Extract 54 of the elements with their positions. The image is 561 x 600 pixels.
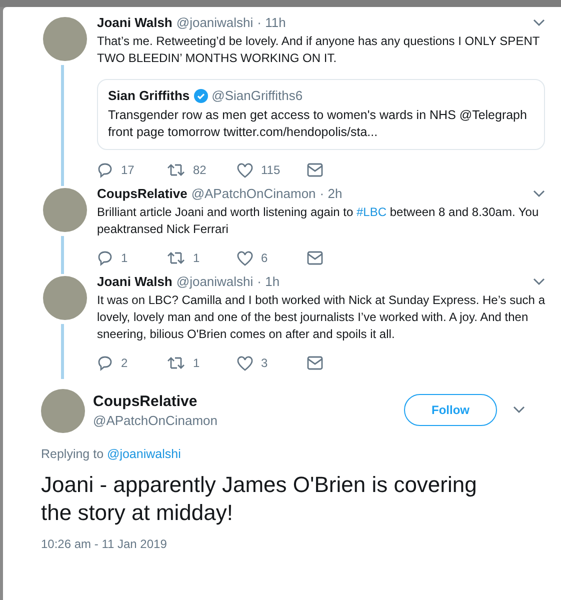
quoted-author-handle: @SianGriffiths6 — [212, 88, 303, 103]
like-count: 115 — [261, 163, 280, 177]
caret-icon[interactable] — [513, 406, 525, 414]
replying-to-text: Replying to @joaniwalshi — [41, 447, 182, 461]
quoted-author-name: Sian Griffiths — [108, 88, 190, 103]
retweet-icon[interactable] — [167, 163, 185, 177]
envelope-icon[interactable] — [307, 356, 323, 370]
envelope-icon[interactable] — [307, 163, 323, 177]
author-handle[interactable]: @joaniwalshi — [176, 15, 254, 30]
reply-count: 2 — [121, 356, 128, 370]
tweet-time[interactable]: · 11h — [257, 15, 286, 30]
author-name[interactable]: Joani Walsh — [97, 15, 172, 30]
tweet-text: Brilliant article Joani and worth listening again to #LBC between 8 and 8.30am. You peaktransed Nick Ferrari — [97, 204, 540, 238]
caret-icon[interactable] — [533, 18, 545, 26]
avatar-photo-placeholder[interactable] — [43, 276, 87, 320]
avatar-photo-placeholder[interactable] — [43, 17, 87, 61]
caret-icon[interactable] — [533, 190, 545, 198]
author-name[interactable]: Joani Walsh — [97, 274, 172, 289]
hashtag-link[interactable]: #LBC — [356, 205, 387, 219]
reply-icon[interactable] — [97, 162, 113, 178]
reply-count: 17 — [121, 163, 134, 177]
caret-icon[interactable] — [533, 278, 545, 286]
retweet-count: 1 — [193, 251, 200, 265]
heart-icon[interactable] — [237, 162, 253, 178]
tweet-time[interactable]: · 1h — [257, 274, 280, 289]
author-name[interactable]: CoupsRelative — [93, 392, 218, 410]
follow-button[interactable]: Follow — [404, 394, 497, 426]
like-count: 3 — [261, 356, 268, 370]
retweet-count: 82 — [193, 163, 206, 177]
retweet-count: 1 — [193, 356, 200, 370]
heart-icon[interactable] — [237, 356, 253, 370]
avatar-photo-placeholder[interactable] — [41, 389, 85, 433]
tweet-text: It was on LBC? Camilla and I both worked with Nick at Sunday Express. He’s such a lovely, lovely man and one of the best journalists I’ve worked with. A joy. And then sneering, bilious O'Brien comes on after and spoils it all. — [97, 292, 545, 343]
retweet-icon[interactable] — [167, 356, 185, 370]
reply-icon[interactable] — [97, 355, 113, 371]
tweet-time[interactable]: · 2h — [320, 186, 342, 201]
verified-badge-icon — [194, 88, 208, 102]
avatar-photo-placeholder[interactable] — [43, 188, 87, 232]
quoted-tweet-text: Transgender row as men get access to women's wards in NHS @Telegraph front page tomorrow twitter.com/hendopolis/sta... — [108, 107, 528, 141]
reply-icon[interactable] — [97, 250, 113, 266]
tweet-text: Joani - apparently James O'Brien is covering the story at midday! — [41, 471, 478, 527]
author-handle[interactable]: @APatchOnCinamon — [191, 186, 316, 201]
quoted-tweet-card[interactable]: Sian Griffiths @SianGriffiths6 Transgender row as men get access to women's wards in NHS @Telegraph front page tomorrow twitter.com/hendopolis/sta... — [97, 79, 545, 150]
author-name[interactable]: CoupsRelative — [97, 186, 188, 201]
envelope-icon[interactable] — [307, 251, 323, 265]
like-count: 6 — [261, 251, 268, 265]
heart-icon[interactable] — [237, 250, 253, 266]
author-handle[interactable]: @APatchOnCinamon — [93, 412, 218, 428]
reply-count: 1 — [121, 251, 128, 265]
tweet-timestamp: 10:26 am - 11 Jan 2019 — [41, 537, 168, 551]
author-handle[interactable]: @joaniwalshi — [176, 274, 254, 289]
mention-link[interactable]: @joaniwalshi — [107, 447, 181, 461]
tweet-text: That’s me. Retweeting’d be lovely. And if anyone has any questions I ONLY SPENT TWO BLEEDIN’ MONTHS WORKING ON IT. — [97, 33, 540, 67]
retweet-icon[interactable] — [167, 251, 185, 265]
